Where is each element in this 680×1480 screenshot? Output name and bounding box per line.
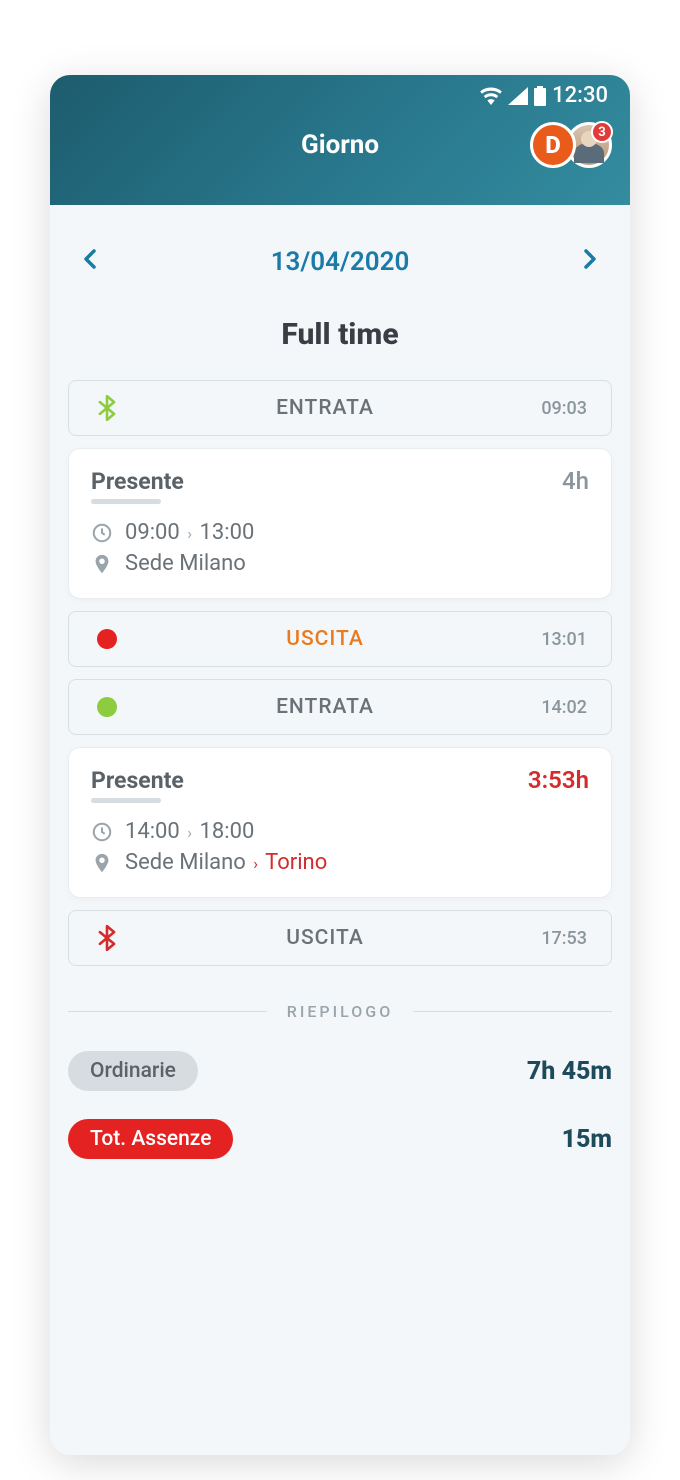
card-time-range: 09:00 › 13:00 [91, 520, 589, 545]
clock-icon [91, 821, 113, 843]
divider-label: RIEPILOGO [267, 1002, 413, 1021]
card-duration: 4h [562, 467, 589, 495]
bluetooth-icon [93, 925, 121, 951]
bluetooth-icon [93, 395, 121, 421]
log-label: USCITA [121, 627, 529, 651]
summary-pill-assenze[interactable]: Tot. Assenze [68, 1119, 233, 1159]
log-entry[interactable]: ENTRATA 09:03 [68, 380, 612, 436]
app-screen: 12:30 Giorno D 3 13/04/2020 Full time [50, 75, 630, 1455]
log-time: 13:01 [529, 629, 587, 650]
header-actions: D 3 [530, 122, 612, 168]
status-dot-icon [93, 697, 121, 717]
card-location: Sede Milano › Torino [91, 850, 589, 875]
log-time: 14:02 [529, 697, 587, 718]
next-day-button[interactable] [582, 247, 598, 277]
log-label: USCITA [121, 926, 529, 950]
card-duration: 3:53h [528, 766, 589, 794]
date-navigator: 13/04/2020 [68, 205, 612, 295]
summary-row: Tot. Assenze 15m [68, 1119, 612, 1159]
log-time: 09:03 [529, 398, 587, 419]
pin-icon [91, 552, 113, 576]
log-entry[interactable]: ENTRATA 14:02 [68, 679, 612, 735]
battery-icon [534, 86, 546, 106]
card-time-range: 14:00 › 18:00 [91, 819, 589, 844]
summary-divider: RIEPILOGO [68, 1002, 612, 1021]
log-label: ENTRATA [121, 695, 529, 719]
app-badge[interactable]: D [530, 122, 576, 168]
log-time: 17:53 [529, 928, 587, 949]
schedule-type: Full time [68, 317, 612, 352]
page-title: Giorno [301, 130, 379, 160]
status-dot-icon [93, 629, 121, 649]
summary-pill-ordinarie[interactable]: Ordinarie [68, 1051, 198, 1091]
wifi-icon [480, 87, 502, 105]
presence-card[interactable]: Presente 3:53h 14:00 › 18:00 Sede Milano… [68, 747, 612, 898]
notification-badge[interactable]: 3 [591, 121, 613, 143]
card-title: Presente [91, 468, 184, 495]
summary-row: Ordinarie 7h 45m [68, 1051, 612, 1091]
summary-value: 7h 45m [527, 1057, 612, 1086]
app-header: 12:30 Giorno D 3 [50, 75, 630, 205]
status-bar: 12:30 [50, 75, 630, 108]
current-date[interactable]: 13/04/2020 [271, 247, 410, 277]
log-label: ENTRATA [121, 396, 529, 420]
pin-icon [91, 851, 113, 875]
content: 13/04/2020 Full time ENTRATA 09:03 Prese… [50, 205, 630, 1207]
card-underline [91, 798, 161, 803]
presence-card[interactable]: Presente 4h 09:00 › 13:00 Sede Milano [68, 448, 612, 599]
log-entry[interactable]: USCITA 13:01 [68, 611, 612, 667]
summary-value: 15m [562, 1125, 612, 1154]
log-entry[interactable]: USCITA 17:53 [68, 910, 612, 966]
prev-day-button[interactable] [82, 247, 98, 277]
clock-icon [91, 522, 113, 544]
card-underline [91, 499, 161, 504]
status-time: 12:30 [552, 83, 608, 108]
signal-icon [508, 87, 528, 105]
card-location: Sede Milano [91, 551, 589, 576]
card-title: Presente [91, 767, 184, 794]
